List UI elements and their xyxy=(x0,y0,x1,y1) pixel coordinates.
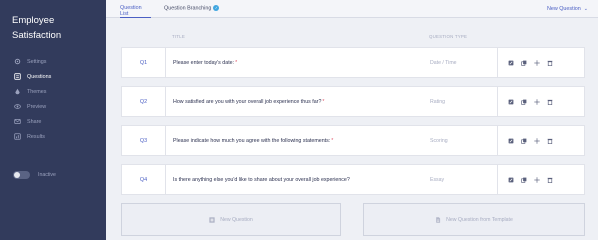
question-number: Q1 xyxy=(122,48,166,77)
question-number: Q4 xyxy=(122,165,166,194)
question-title: Is there anything else you'd like to sha… xyxy=(173,177,350,183)
eye-icon xyxy=(14,103,21,110)
row-actions xyxy=(497,48,560,77)
edit-icon[interactable] xyxy=(508,99,514,105)
required-marker: * xyxy=(235,60,238,66)
move-icon[interactable] xyxy=(534,98,540,105)
question-row[interactable]: Q2 How satisfied are you with your overa… xyxy=(121,86,585,117)
sidebar-item-preview[interactable]: Preview xyxy=(0,99,106,114)
question-title: Please indicate how much you agree with … xyxy=(173,138,331,144)
sidebar-item-label: Share xyxy=(27,118,42,125)
new-question-label: New Question xyxy=(546,6,581,12)
row-actions xyxy=(497,87,560,116)
new-question-dropdown[interactable]: New Question ⌄ xyxy=(547,6,588,12)
question-title: Please enter today's date: xyxy=(173,60,235,66)
question-text: Is there anything else you'd like to sha… xyxy=(173,177,351,183)
document-icon xyxy=(435,216,441,223)
edit-icon[interactable] xyxy=(508,60,514,66)
question-type: Essay xyxy=(430,177,445,183)
question-type: Scoring xyxy=(430,138,448,144)
question-text: How satisfied are you with your overall … xyxy=(173,99,324,105)
edit-icon[interactable] xyxy=(508,177,514,183)
sidebar-item-label: Themes xyxy=(27,88,47,95)
column-header-type: QUESTION TYPE xyxy=(429,34,468,39)
list-icon xyxy=(14,73,21,80)
chart-icon xyxy=(14,133,21,140)
tab-question-list[interactable]: Question List xyxy=(120,5,151,18)
top-tab-bar: Question List Question Branching ✓ New Qu… xyxy=(106,0,598,18)
status-toggle-row: Inactive xyxy=(13,171,56,179)
toggle-knob xyxy=(14,172,20,178)
trash-icon[interactable] xyxy=(547,60,553,66)
required-marker: * xyxy=(322,99,325,105)
sidebar-item-label: Questions xyxy=(27,73,52,80)
question-title: How satisfied are you with your overall … xyxy=(173,99,322,105)
question-text: Please indicate how much you agree with … xyxy=(173,138,333,144)
drop-icon xyxy=(14,88,21,95)
copy-icon[interactable] xyxy=(521,60,527,66)
trash-icon[interactable] xyxy=(547,138,553,144)
copy-icon[interactable] xyxy=(521,99,527,105)
share-icon xyxy=(14,118,21,125)
sidebar-item-label: Settings xyxy=(27,58,47,65)
question-number: Q3 xyxy=(122,126,166,155)
trash-icon[interactable] xyxy=(547,99,553,105)
status-toggle[interactable] xyxy=(13,171,30,179)
gear-icon xyxy=(14,58,21,65)
edit-icon[interactable] xyxy=(508,138,514,144)
question-text: Please enter today's date:* xyxy=(173,60,237,66)
question-type: Date / Time xyxy=(430,60,457,66)
question-type: Rating xyxy=(430,99,445,105)
row-actions xyxy=(497,126,560,155)
tab-label: Question Branching xyxy=(164,5,212,12)
app-title: Employee Satisfaction xyxy=(12,15,62,41)
question-row[interactable]: Q3 Please indicate how much you agree wi… xyxy=(121,125,585,156)
add-from-template-label: New Question from Template xyxy=(446,216,513,223)
sidebar-nav: Settings Questions Themes Preview Share xyxy=(0,54,106,144)
add-new-question-button[interactable]: New Question xyxy=(121,203,341,236)
question-row[interactable]: Q4 Is there anything else you'd like to … xyxy=(121,164,585,195)
row-actions xyxy=(497,165,560,194)
sidebar-item-label: Preview xyxy=(27,103,47,110)
add-new-question-label: New Question xyxy=(220,216,253,223)
add-question-from-template-button[interactable]: New Question from Template xyxy=(363,203,585,236)
move-icon[interactable] xyxy=(534,137,540,144)
status-toggle-label: Inactive xyxy=(38,172,56,178)
sidebar-item-themes[interactable]: Themes xyxy=(0,84,106,99)
column-header-title: TITLE xyxy=(172,34,185,39)
question-row[interactable]: Q1 Please enter today's date:* Date / Ti… xyxy=(121,47,585,78)
move-icon[interactable] xyxy=(534,59,540,66)
question-number: Q2 xyxy=(122,87,166,116)
sidebar-item-label: Results xyxy=(27,133,45,140)
copy-icon[interactable] xyxy=(521,177,527,183)
sidebar-item-settings[interactable]: Settings xyxy=(0,54,106,69)
sidebar-item-questions[interactable]: Questions xyxy=(0,69,106,84)
info-badge-icon: ✓ xyxy=(213,5,220,11)
sidebar-item-results[interactable]: Results xyxy=(0,129,106,144)
tab-question-branching[interactable]: Question Branching ✓ xyxy=(164,5,220,18)
trash-icon[interactable] xyxy=(547,177,553,183)
sidebar-item-share[interactable]: Share xyxy=(0,114,106,129)
copy-icon[interactable] xyxy=(521,138,527,144)
required-marker: * xyxy=(331,138,334,144)
plus-icon xyxy=(209,216,215,223)
move-icon[interactable] xyxy=(534,176,540,183)
sidebar: Employee Satisfaction Settings Questions… xyxy=(0,0,106,240)
chevron-down-icon: ⌄ xyxy=(583,6,588,12)
